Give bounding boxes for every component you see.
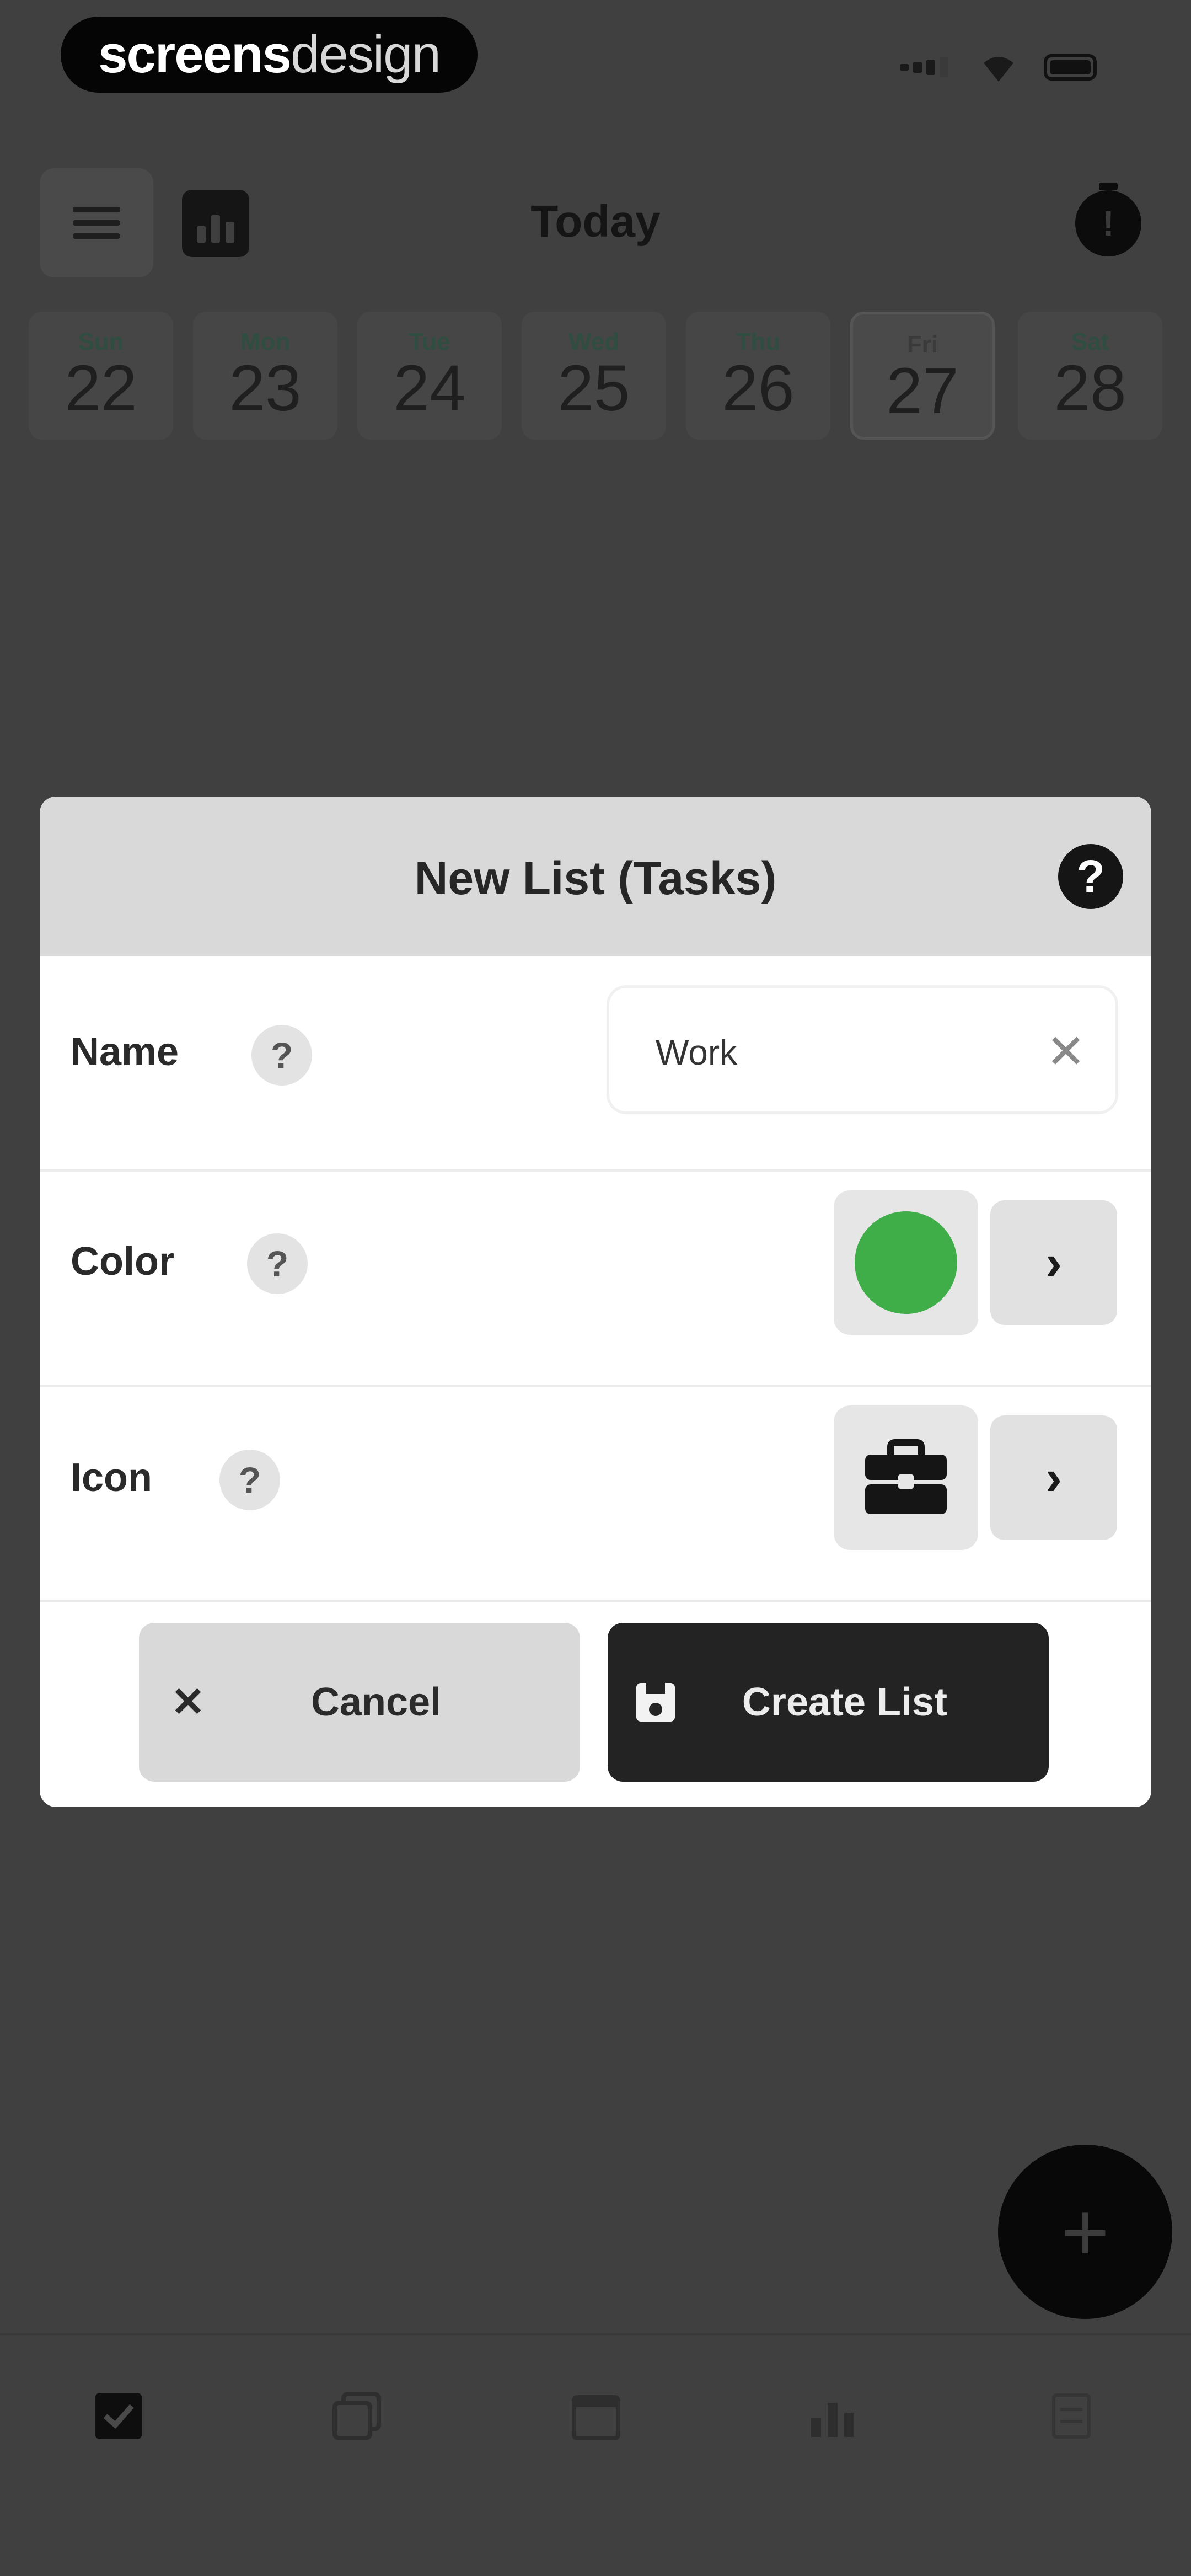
day-number: 25 (557, 352, 630, 425)
stats-icon (811, 2403, 854, 2437)
battery-icon (1044, 51, 1097, 84)
name-label: Name (71, 1030, 179, 1074)
save-icon (636, 1683, 675, 1722)
tasks-checkbox-icon (95, 2393, 142, 2439)
clear-icon[interactable]: ✕ (1044, 1028, 1088, 1076)
new-list-dialog: New List (Tasks) ? Name ? Work ✕ Color ?… (40, 797, 1151, 1807)
help-icon[interactable]: ? (1058, 844, 1123, 909)
color-row: Color ? › (40, 1172, 1151, 1387)
day-number: 24 (393, 352, 466, 425)
nav-calendar-button[interactable] (566, 2386, 626, 2446)
dialog-header: New List (Tasks) ? (40, 797, 1151, 956)
close-icon: ✕ (171, 1679, 206, 1725)
icon-picker-button[interactable] (834, 1405, 978, 1550)
lists-icon (332, 2392, 381, 2440)
color-swatch (855, 1211, 957, 1314)
page-title: Today (530, 196, 661, 247)
icon-chevron-button[interactable]: › (990, 1415, 1117, 1540)
stats-chart-icon[interactable] (182, 190, 249, 257)
icon-row: Icon ? › (40, 1387, 1151, 1602)
color-swatch-button[interactable] (834, 1190, 978, 1335)
stopwatch-icon[interactable]: ! (1075, 183, 1141, 256)
calendar-icon (572, 2395, 620, 2440)
day-number: 28 (1054, 352, 1126, 425)
day-number: 26 (722, 352, 795, 425)
nav-stats-button[interactable] (803, 2386, 863, 2446)
nav-settings-button[interactable] (1041, 2386, 1102, 2446)
name-input-value: Work (656, 1033, 738, 1072)
day-mon[interactable]: Mon 23 (193, 312, 337, 440)
bottom-nav-divider (0, 2333, 1191, 2335)
name-input[interactable]: Work ✕ (607, 985, 1118, 1114)
day-sun[interactable]: Sun 22 (29, 312, 173, 440)
icon-help-icon[interactable]: ? (219, 1450, 280, 1510)
dialog-title: New List (Tasks) (414, 852, 777, 904)
settings-icon (1052, 2393, 1091, 2439)
day-number: 23 (229, 352, 302, 425)
hamburger-icon (73, 199, 120, 247)
chevron-right-icon: › (1045, 1450, 1062, 1505)
color-chevron-button[interactable]: › (990, 1200, 1117, 1325)
day-tue[interactable]: Tue 24 (357, 312, 502, 440)
day-number: 27 (886, 355, 959, 427)
menu-button[interactable] (40, 168, 153, 277)
name-help-icon[interactable]: ? (251, 1025, 312, 1086)
cellular-signal-icon (900, 51, 953, 84)
briefcase-icon (865, 1439, 947, 1514)
add-fab-button[interactable]: + (998, 2145, 1172, 2319)
cancel-button[interactable]: ✕ Cancel (139, 1623, 580, 1782)
day-thu[interactable]: Thu 26 (686, 312, 830, 440)
nav-lists-button[interactable] (326, 2386, 387, 2446)
chevron-right-icon: › (1045, 1234, 1062, 1290)
nav-tasks-button[interactable] (88, 2386, 149, 2446)
brand-logo: screens design (61, 17, 478, 93)
day-fri-selected[interactable]: Fri 27 (850, 312, 995, 440)
day-sat[interactable]: Sat 28 (1018, 312, 1162, 440)
color-help-icon[interactable]: ? (247, 1233, 308, 1294)
name-row: Name ? Work ✕ (40, 956, 1151, 1172)
wifi-icon (984, 57, 1013, 82)
create-list-button[interactable]: Create List (608, 1623, 1049, 1782)
plus-icon: + (1061, 2185, 1109, 2278)
day-number: 22 (65, 352, 137, 425)
day-wed[interactable]: Wed 25 (522, 312, 666, 440)
color-label: Color (71, 1239, 174, 1284)
icon-label: Icon (71, 1456, 153, 1500)
